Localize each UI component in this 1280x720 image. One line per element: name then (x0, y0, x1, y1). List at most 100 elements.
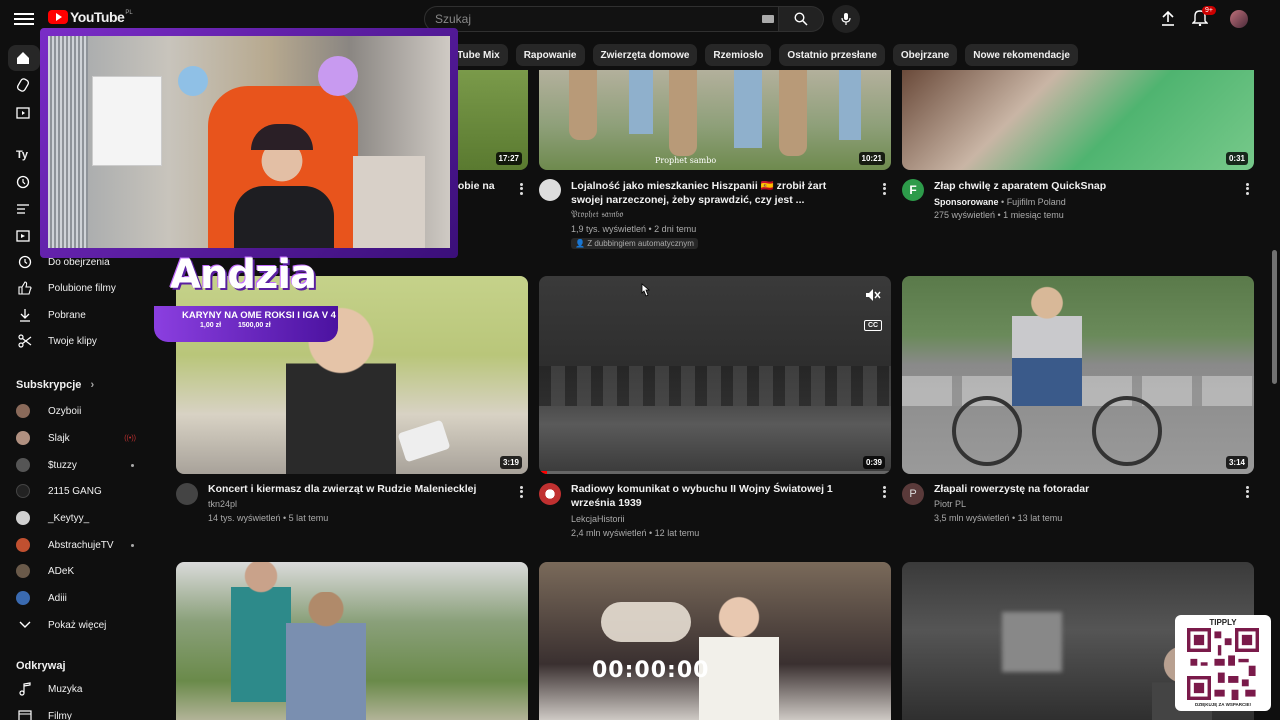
video-menu-icon[interactable] (1246, 181, 1250, 196)
channel-avatar (16, 431, 30, 445)
sidebar-subscriptions-header[interactable]: Subskrypcje › (16, 379, 94, 391)
video-meta: 1,9 tys. wyświetleń • 2 dni temu (571, 224, 697, 234)
sidebar-item-playlists[interactable] (8, 196, 40, 222)
thumb-wheel (952, 396, 1022, 466)
balloon (178, 66, 208, 96)
video-title[interactable]: Koncert i kiermasz dla zwierząt w Rudzie… (208, 482, 508, 496)
notifications-badge: 9+ (1202, 6, 1216, 15)
sidebar-item-home[interactable] (8, 45, 40, 71)
sidebar-subscription-adek[interactable]: ADeK (8, 558, 158, 584)
sidebar-item-history[interactable] (8, 169, 40, 195)
video-thumbnail[interactable] (176, 562, 528, 720)
sponsor-line: Sponsorowane • Fujifilm Poland (934, 195, 1066, 209)
sidebar-subscription-keytyy[interactable]: _Keytyy_ (8, 505, 158, 531)
channel-name[interactable]: Piotr PL (934, 497, 966, 511)
channel-name[interactable]: LekcjaHistorii (571, 512, 625, 526)
sidebar-item-your-videos[interactable] (8, 223, 40, 249)
keyboard-icon[interactable] (762, 15, 774, 23)
donation-goal-title: KARYNY NA OME ROKSI I IGA V 4 (182, 310, 336, 321)
thumb-figure (779, 70, 807, 156)
cc-icon[interactable]: CC (864, 320, 883, 331)
channel-avatar[interactable] (176, 483, 198, 505)
chip-zwierzeta-domowe[interactable]: Zwierzęta domowe (592, 44, 698, 66)
thumb-watermark: Prophet sambo (655, 156, 717, 165)
qr-code-icon (1187, 628, 1259, 700)
upload-icon[interactable] (1160, 10, 1176, 31)
donation-goal: KARYNY NA OME ROKSI I IGA V 4 1,00 zł 15… (154, 306, 338, 342)
channel-avatar[interactable]: P (902, 483, 924, 505)
thumb-wheel (1092, 396, 1162, 466)
mute-icon[interactable] (865, 288, 881, 307)
sidebar-item-liked[interactable]: Polubione filmy (8, 275, 158, 301)
channel-avatar (16, 404, 30, 418)
search-button[interactable] (778, 6, 824, 32)
sidebar-subscription-2115-gang[interactable]: 2115 GANG (8, 478, 158, 504)
video-title[interactable]: Złapali rowerzystę na fotoradar (934, 482, 1234, 496)
sidebar-subscription-ozyboii[interactable]: Ozyboii (8, 398, 158, 424)
video-menu-icon[interactable] (520, 181, 524, 196)
menu-icon[interactable] (14, 10, 34, 28)
chip-rapowanie[interactable]: Rapowanie (515, 44, 585, 66)
sidebar-subscription-slajk[interactable]: Slajk ((•)) (8, 425, 158, 451)
video-thumbnail[interactable]: 0:31 (902, 70, 1254, 170)
video-menu-icon[interactable] (520, 484, 524, 499)
streamer-banner: Andzia KARYNY NA OME ROKSI I IGA V 4 1,0… (154, 250, 344, 346)
video-thumbnail[interactable]: 3:14 (902, 276, 1254, 474)
progress-track[interactable] (539, 471, 891, 474)
chip-obejrzane[interactable]: Obejrzane (892, 44, 958, 66)
video-title[interactable]: Lojalność jako mieszkaniec Hiszpanii 🇪🇸 … (571, 179, 861, 207)
channel-name[interactable]: Fujifilm Poland (1007, 197, 1066, 207)
chip-nowe-rekomendacje[interactable]: Nowe rekomendacje (965, 44, 1078, 66)
youtube-logo[interactable]: YouTube PL (48, 9, 133, 25)
video-title[interactable]: sobie na (452, 179, 516, 193)
shorts-icon (16, 77, 30, 93)
video-duration: 3:14 (1225, 456, 1248, 469)
channel-avatar[interactable] (539, 179, 561, 201)
video-thumbnail[interactable]: Prophet sambo 10:21 (539, 70, 891, 170)
channel-avatar (16, 511, 30, 525)
sidebar-item-downloads[interactable]: Pobrane (8, 302, 158, 328)
clock-icon (16, 254, 34, 270)
video-thumbnail[interactable] (539, 562, 891, 720)
sidebar-show-more[interactable]: Pokaż więcej (8, 612, 158, 638)
video-duration: 17:27 (495, 152, 522, 165)
voice-search-button[interactable] (832, 5, 860, 33)
sidebar-item-subscriptions[interactable] (8, 99, 40, 125)
sidebar-item-label: Muzyka (48, 683, 83, 695)
video-thumbnail[interactable]: CC 0:39 (539, 276, 891, 474)
channel-avatar[interactable]: F (902, 179, 924, 201)
sidebar-item-films[interactable]: Filmy (8, 703, 158, 720)
webcam-feed (48, 36, 450, 248)
channel-name[interactable]: tkn24pl (208, 497, 237, 511)
thumb-figure (569, 70, 597, 140)
sidebar-item-clips[interactable]: Twoje klipy (8, 328, 158, 354)
video-menu-icon[interactable] (883, 181, 887, 196)
channel-avatar[interactable] (539, 483, 561, 505)
sidebar-section-you[interactable]: Ty (16, 149, 28, 161)
page-scrollbar[interactable] (1272, 250, 1277, 384)
bookcase (353, 156, 425, 248)
video-menu-icon[interactable] (1246, 484, 1250, 499)
video-menu-icon[interactable] (883, 484, 887, 499)
sidebar-subscription-abstrachujetv[interactable]: AbstrachujeTV (8, 532, 158, 558)
dubbing-label: Z dubbingiem automatycznym (587, 239, 694, 248)
sidebar-item-music[interactable]: Muzyka (8, 676, 158, 702)
history-icon (16, 174, 30, 190)
chevron-down-icon (16, 617, 34, 633)
sidebar-subscription-adiii[interactable]: Adiii (8, 585, 158, 611)
home-icon (16, 50, 30, 66)
video-title[interactable]: Radiowy komunikat o wybuchu II Wojny Świ… (571, 482, 871, 510)
thumb-figure (286, 592, 366, 720)
sidebar-subscription-stuzzy[interactable]: $tuzzy (8, 452, 158, 478)
notifications-button[interactable]: 9+ (1191, 6, 1216, 31)
search-input[interactable] (424, 6, 779, 32)
chip-rzemioslo[interactable]: Rzemiosło (705, 44, 772, 66)
account-avatar[interactable] (1230, 10, 1248, 28)
channel-name[interactable]: 𝔓𝔯𝔬𝔭𝔥𝔢𝔱 𝔰𝔞𝔪𝔟𝔬 (571, 208, 623, 222)
chip-ostatnio-przeslane[interactable]: Ostatnio przesłane (779, 44, 885, 66)
sidebar-item-shorts[interactable] (8, 72, 40, 98)
thumb-up-icon (16, 280, 34, 296)
new-content-dot (131, 463, 134, 467)
tipply-title: TIPPLY (1209, 618, 1237, 627)
video-title[interactable]: Złap chwilę z aparatem QuickSnap (934, 179, 1224, 193)
